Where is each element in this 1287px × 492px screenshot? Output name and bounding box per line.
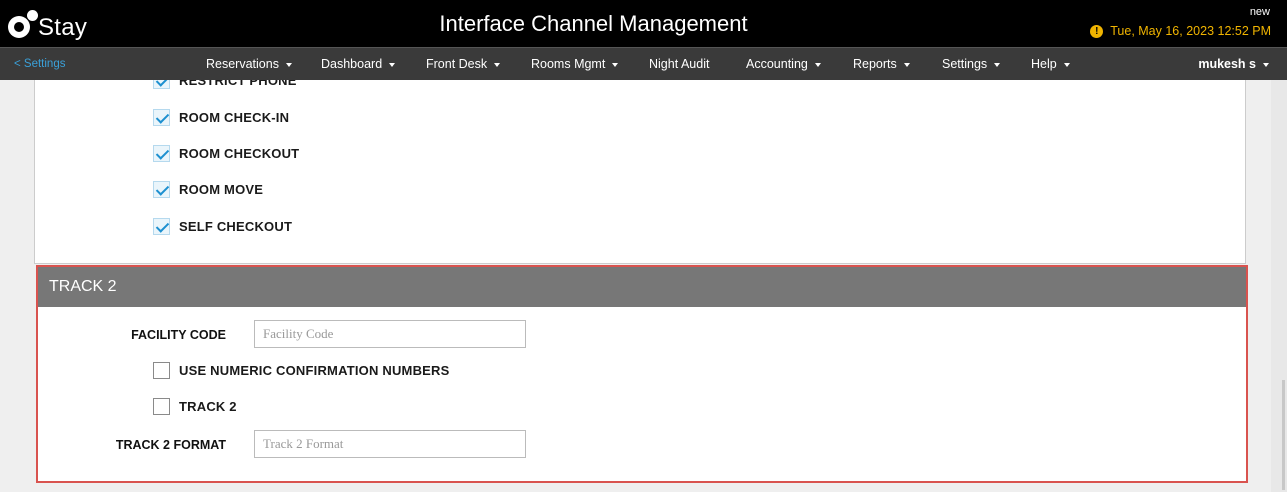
datetime-display: ! Tue, May 16, 2023 12:52 PM [1090,24,1271,38]
nav-settings[interactable]: Settings [942,57,1001,71]
track2-format-label: TRACK 2 FORMAT [115,438,226,452]
scrollbar-thumb[interactable] [1282,380,1285,490]
track2-section: TRACK 2 FACILITY CODE USE NUMERIC CONFIR… [36,265,1248,483]
caret-down-icon [612,62,619,67]
caret-down-icon [814,62,821,67]
caret-down-icon [903,62,910,67]
caret-down-icon [1263,62,1269,67]
caret-down-icon [1063,62,1070,67]
nav-dashboard[interactable]: Dashboard [321,57,396,71]
self-checkout-checkbox[interactable] [153,218,170,235]
warning-icon[interactable]: ! [1090,24,1104,38]
facility-code-input[interactable] [254,320,526,348]
nav-front-desk[interactable]: Front Desk [426,57,501,71]
nav-night-audit[interactable]: Night Audit [649,57,709,71]
page-title: Interface Channel Management [439,11,748,36]
options-panel: RESTRICT PHONE ROOM CHECK-IN ROOM CHECKO… [34,80,1246,264]
caret-down-icon [389,62,396,67]
room-check-in-checkbox[interactable] [153,109,170,126]
nav-rooms-mgmt[interactable]: Rooms Mgmt [531,57,619,71]
room-move-checkbox[interactable] [153,181,170,198]
nav-help[interactable]: Help [1031,57,1070,71]
scrollbar-track[interactable] [1271,80,1287,492]
numeric-confirmation-option: USE NUMERIC CONFIRMATION NUMBERS [153,362,450,379]
track2-checkbox[interactable] [153,398,170,415]
new-label: new [1249,6,1270,18]
option-self-checkout: SELF CHECKOUT [153,218,292,235]
top-bar: Stay Interface Channel Management new ! … [0,0,1287,47]
back-to-settings-link[interactable]: < Settings [14,58,65,70]
track2-header: TRACK 2 [38,267,1246,307]
option-room-move: ROOM MOVE [153,181,263,198]
main-nav: < Settings Reservations Dashboard Front … [0,47,1287,80]
option-restrict-phone: RESTRICT PHONE [153,80,297,89]
caret-down-icon [285,62,292,67]
facility-code-label: FACILITY CODE [131,328,226,342]
nav-reservations[interactable]: Reservations [206,57,292,71]
caret-down-icon [494,62,501,67]
nav-accounting[interactable]: Accounting [746,57,821,71]
track2-option: TRACK 2 [153,398,237,415]
track2-format-input[interactable] [254,430,526,458]
option-room-checkout: ROOM CHECKOUT [153,145,299,162]
caret-down-icon [994,62,1001,67]
room-checkout-checkbox[interactable] [153,145,170,162]
datetime-text: Tue, May 16, 2023 12:52 PM [1110,24,1271,38]
restrict-phone-checkbox[interactable] [153,80,170,89]
nav-reports[interactable]: Reports [853,57,910,71]
user-menu[interactable]: mukesh s [1198,57,1269,71]
option-room-check-in: ROOM CHECK-IN [153,109,289,126]
numeric-confirmation-checkbox[interactable] [153,362,170,379]
